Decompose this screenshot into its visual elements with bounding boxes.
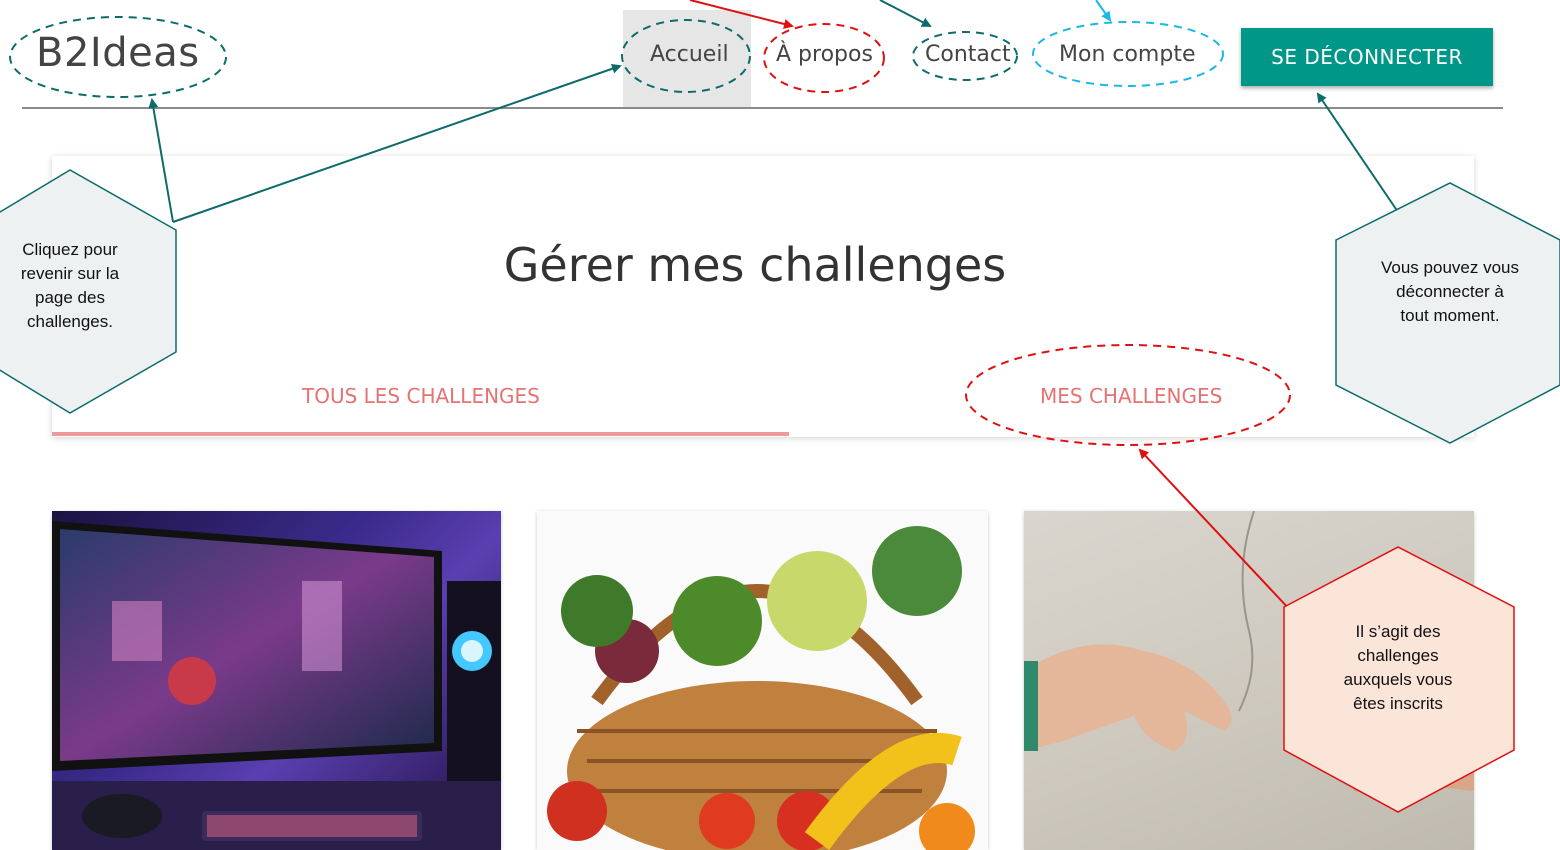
arrow-my-challenges (1138, 448, 1293, 613)
annotation-overlay (0, 0, 1560, 813)
highlight-a-propos (763, 23, 885, 93)
highlight-mon-compte (1032, 21, 1224, 87)
arrow-to-mon-compte (1095, 0, 1112, 22)
arrow-home-to-accueil (172, 63, 622, 223)
highlight-accueil (621, 19, 751, 93)
highlight-my-challenges (965, 344, 1291, 446)
callout-home-text: Cliquez pour revenir sur la page des cha… (20, 240, 120, 331)
arrow-to-contact (879, 0, 932, 27)
highlight-contact (912, 31, 1018, 81)
highlight-logo (9, 16, 227, 98)
callout-my-challenges-text: Il s’agit des challenges auxquels vous ê… (1343, 622, 1453, 713)
arrow-logout (1316, 92, 1399, 213)
arrow-home-to-logo (148, 98, 174, 223)
callout-logout-text: Vous pouvez vous déconnecter à tout mome… (1381, 258, 1519, 325)
